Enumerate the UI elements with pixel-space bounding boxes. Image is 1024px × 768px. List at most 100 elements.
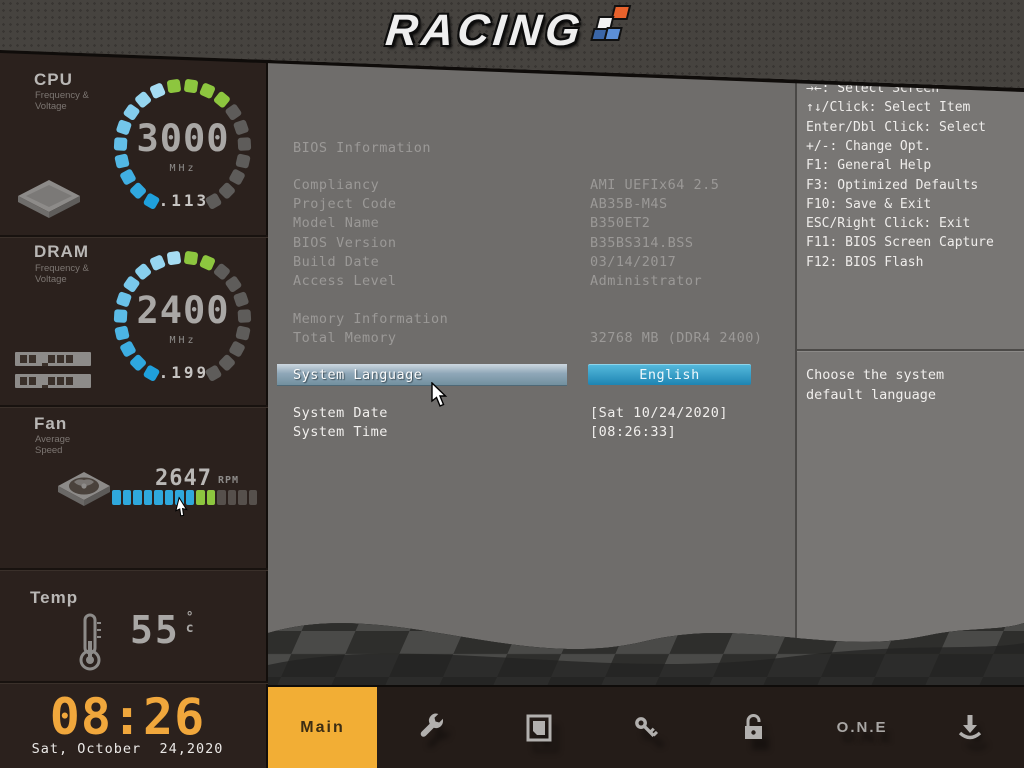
help-line: ↑↓/Click: Select Item [806,100,971,116]
main-content: BIOS Information Compliancy AMI UEFIx64 2… [268,0,795,685]
item-description: Choose the system default language [806,367,945,403]
dram-section-title: DRAM [34,242,89,261]
help-line: F11: BIOS Screen Capture [806,235,994,251]
help-line: Enter/Dbl Click: Select [806,119,987,135]
gauge-segment [183,250,199,266]
help-line: ESC/Right Click: Exit [806,216,971,232]
lock-icon [745,713,763,739]
row-value: 32768 MB (DDR4 2400) [590,330,763,346]
gauge-segment [183,78,199,94]
temp-readout: 55 ° c [130,608,194,652]
bios-screen: RACING CPU Frequency & Voltage 3000 MHz … [0,0,1024,768]
section-divider [0,405,268,408]
fan-bar-segment [112,490,121,505]
ram-sticks-icon [15,352,91,388]
dram-section-subtitle: Frequency & Voltage [35,263,89,285]
fan-rpm-unit: RPM [218,475,240,486]
fan-bar-segment [143,490,152,505]
gauge-segment [114,325,130,341]
help-divider [797,349,1024,352]
row-label: System Time [293,424,388,440]
help-line: F12: BIOS Flash [806,254,924,270]
fan-bar-segment [217,490,226,505]
row-label: BIOS Version [293,235,397,251]
gauge-segment [113,137,128,151]
tab-advanced[interactable] [377,687,485,768]
row-label: Compliancy [293,177,380,193]
fan-bar-segment [164,490,173,505]
section-divider [0,568,268,571]
racing-logo-text: RACING [383,6,587,55]
row-value: 03/14/2017 [590,254,677,270]
fan-bar-segment [238,490,247,505]
row-value: [08:26:33] [590,424,677,440]
gauge-segment [198,82,216,100]
gauge-segment [237,309,252,323]
fan-bar-segment [154,490,163,505]
row-value: Administrator [590,273,703,289]
temp-value: 55 [130,608,180,652]
fan-bar-segment [206,490,215,505]
download-icon [958,714,982,739]
system-language-value-button[interactable]: English [588,364,751,385]
gauge-segment [235,325,251,341]
fan-bar-segment [227,490,236,505]
gauge-segment [212,90,232,109]
row-label: Build Date [293,254,380,270]
cpu-section-title: CPU [34,70,73,89]
cpu-voltage: 1.113ϟ [108,191,258,210]
gauge-segment [114,153,130,169]
system-language-row[interactable]: System Language [277,364,567,386]
gauge-segment [237,137,252,151]
wrench-icon [420,713,443,737]
gauge-segment [149,82,167,100]
help-line: F1: General Help [806,158,932,174]
section-divider [0,235,268,238]
row-label: Project Code [293,196,397,212]
fan-section-title: Fan [34,414,68,433]
help-line: F3: Optimized Defaults [806,177,979,193]
help-line: F10: Save & Exit [806,196,932,212]
fan-bar-segment [133,490,142,505]
row-value: AB35B-M4S [590,196,668,212]
row-value: B350ET2 [590,215,651,231]
temp-section-title: Temp [30,588,79,607]
gauge-segment [113,309,128,323]
help-content: →←: Select Screen ↑↓/Click: Select Item En… [797,0,1024,685]
section-divider [0,681,268,684]
gauge-segment [212,262,232,281]
tab-one[interactable]: O.N.E [808,687,916,768]
mouse-cursor [431,382,448,407]
gauge-segment [166,250,182,266]
gauge-segment [133,90,153,109]
gauge-segment [133,262,153,281]
dram-voltage: 1.199ϟ [108,363,258,382]
chipset-icon [526,714,552,741]
row-label: Total Memory [293,330,397,346]
clock-date: Sat, October 24,2020 [31,741,224,757]
cpu-section-subtitle: Frequency & Voltage [35,90,89,112]
cpu-frequency-gauge: 3000 MHz 1.113ϟ [108,73,258,223]
tab-chipset[interactable] [485,687,593,768]
bottom-nav: Main O.N.E [268,685,1024,768]
gauge-segment [166,78,182,94]
row-label: Model Name [293,215,380,231]
tab-save-exit[interactable] [916,687,1024,768]
row-label: Access Level [293,273,397,289]
tab-security[interactable] [593,687,701,768]
gauge-segment [198,254,216,272]
system-language-label: System Language [293,367,423,383]
checkered-flag-icon [590,5,632,41]
fan-bar-segment [248,490,257,505]
fan-bar-segment [122,490,131,505]
tab-boot[interactable] [700,687,808,768]
row-value: [Sat 10/24/2020] [590,405,729,421]
row-value: AMI UEFIx64 2.5 [590,177,720,193]
racing-logo: RACING [0,5,1024,56]
tab-main[interactable]: Main [268,687,377,768]
temp-unit: ° c [185,610,194,636]
fan-rpm-value: 2647 [155,466,212,491]
help-line: +/-: Change Opt. [806,138,932,154]
gauge-segment [235,153,251,169]
dram-frequency-gauge: 2400 MHz 1.199ϟ [108,245,258,395]
